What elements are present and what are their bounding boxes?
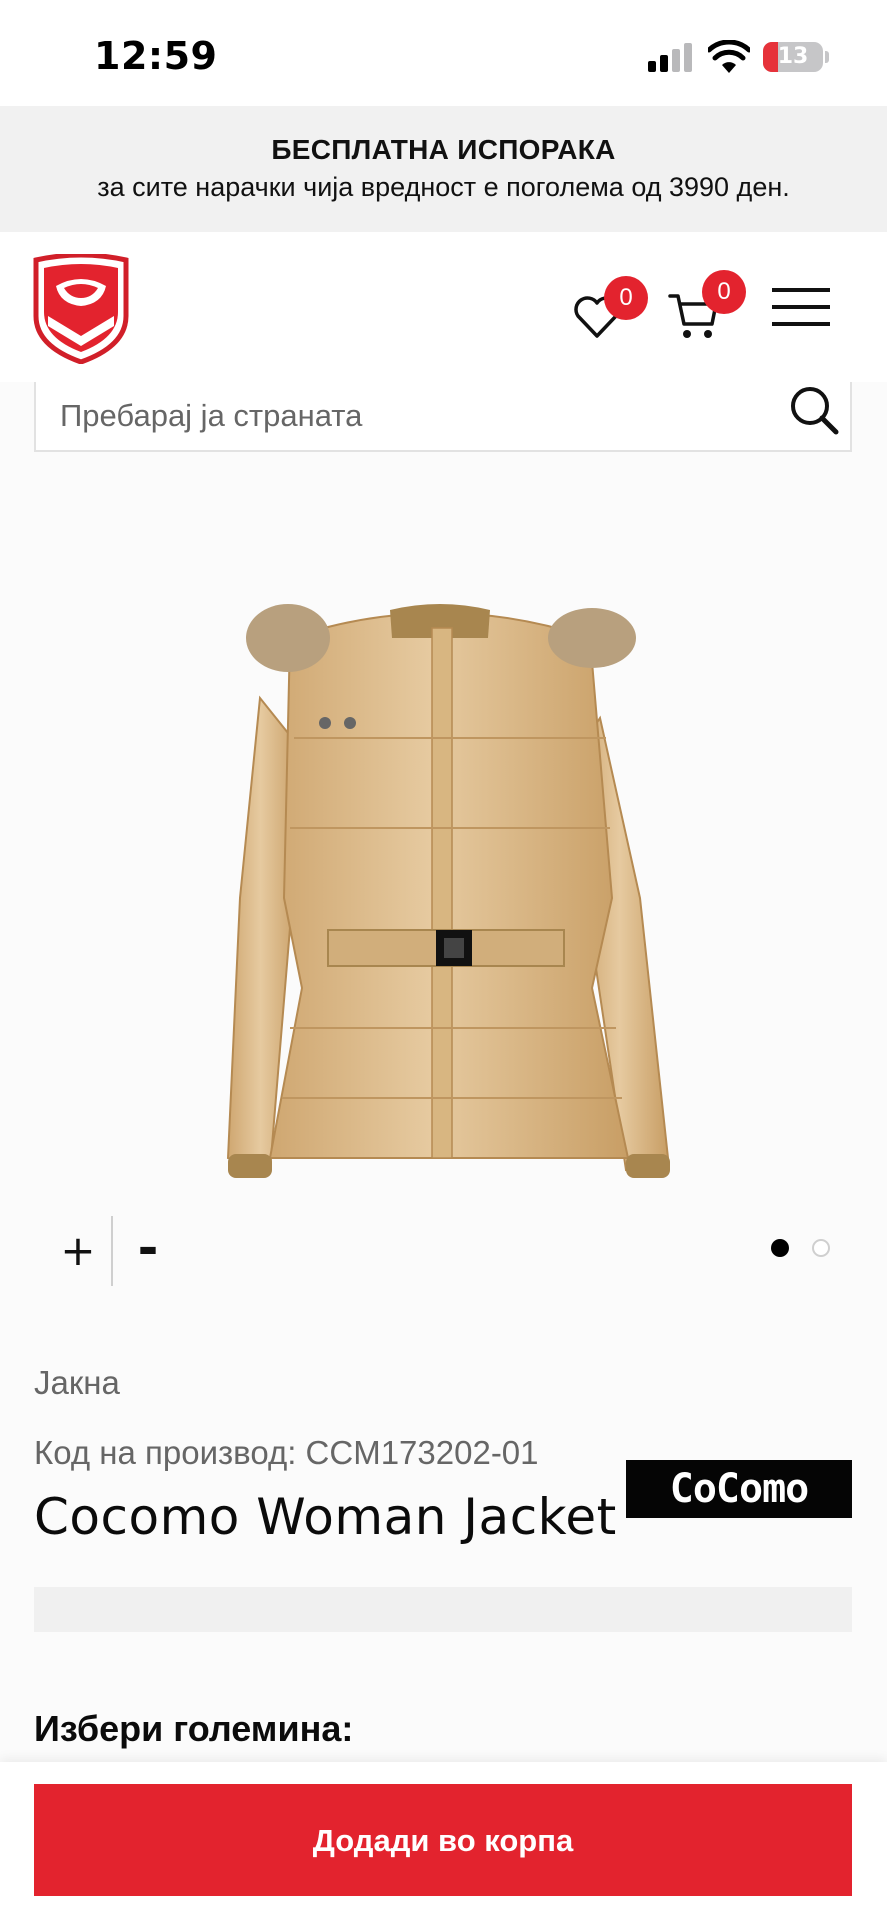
size-select-label: Избери големина: (34, 1708, 354, 1749)
product-code-row: Код на производ: CCM173202-01 (34, 1434, 539, 1472)
search-icon[interactable] (788, 384, 842, 438)
battery-level: 13 (777, 44, 809, 69)
zoom-out-button[interactable]: - (130, 1216, 166, 1286)
zoom-in-button[interactable]: + (60, 1216, 96, 1286)
product-code-label: Код на производ: (34, 1434, 297, 1471)
status-time: 12:59 (94, 34, 218, 78)
search-bar (34, 382, 852, 452)
battery-nub (825, 51, 829, 63)
price-placeholder (34, 1587, 852, 1632)
zoom-divider (111, 1216, 113, 1286)
cart-button[interactable]: 0 (668, 270, 748, 352)
wishlist-button[interactable]: 0 (570, 276, 650, 354)
shield-logo-icon[interactable] (32, 254, 130, 364)
promo-subtitle: за сите нарачки чија вредност е поголема… (97, 172, 790, 202)
promo-title: БЕСПЛАТНА ИСПОРАКА (271, 134, 616, 165)
status-bar: 12:59 13 (0, 0, 887, 106)
battery-icon: 13 (763, 42, 823, 72)
cart-count-badge: 0 (702, 270, 746, 314)
product-image[interactable] (220, 598, 680, 1204)
hamburger-menu-icon[interactable] (772, 286, 830, 328)
search-input[interactable] (58, 390, 742, 442)
wishlist-count-badge: 0 (604, 276, 648, 320)
brand-logo-text: CoComo (669, 1466, 810, 1512)
gallery-dot-1[interactable] (771, 1239, 789, 1257)
free-shipping-banner: БЕСПЛАТНА ИСПОРАКА за сите нарачки чија … (0, 106, 887, 232)
cellular-signal-icon (648, 42, 694, 72)
product-code: CCM173202-01 (305, 1434, 539, 1471)
product-category[interactable]: Јакна (34, 1364, 120, 1402)
product-title: Cocomo Woman Jacket (34, 1488, 617, 1546)
gallery-dot-2[interactable] (812, 1239, 830, 1257)
site-header: 0 0 (0, 232, 887, 382)
add-to-cart-button[interactable]: Додади во корпа (34, 1784, 852, 1896)
wifi-icon (708, 40, 750, 73)
brand-logo[interactable]: CoComo (626, 1460, 852, 1518)
